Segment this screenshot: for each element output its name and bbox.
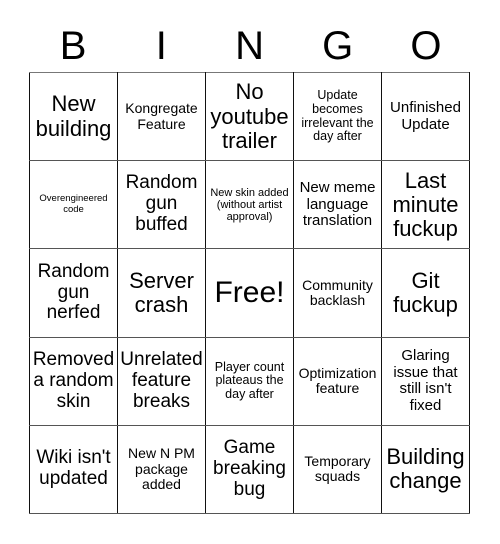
bingo-cell[interactable]: New skin added (without artist approval) [205, 160, 294, 250]
grid-row: Overengineered code Random gun buffed Ne… [29, 160, 470, 250]
bingo-cell[interactable]: Player count plateaus the day after [205, 336, 294, 426]
bingo-cell[interactable]: New meme language translation [293, 160, 382, 250]
bingo-cell[interactable]: Wiki isn't updated [29, 424, 118, 515]
bingo-cell[interactable]: Temporary squads [293, 424, 382, 515]
bingo-cell[interactable]: Random gun buffed [117, 160, 206, 250]
bingo-cell[interactable]: Random gun nerfed [29, 248, 118, 338]
bingo-cell[interactable]: Optimization feature [293, 336, 382, 426]
bingo-cell[interactable]: Kongregate Feature [117, 71, 206, 162]
grid-row: Wiki isn't updated New N PM package adde… [29, 424, 470, 515]
grid-row: Removed a random skin Unrelated feature … [29, 336, 470, 426]
bingo-cell[interactable]: Game breaking bug [205, 424, 294, 515]
bingo-cell[interactable]: Unrelated feature breaks [117, 336, 206, 426]
header-letter-g: G [322, 24, 354, 68]
bingo-cell[interactable]: Server crash [117, 248, 206, 338]
bingo-grid: New building Kongregate Feature No youtu… [29, 71, 470, 515]
header-letter-n: N [235, 24, 264, 68]
header-letter-b: B [59, 24, 87, 68]
bingo-cell[interactable]: Unfinished Update [381, 71, 470, 162]
header-letter-i: I [155, 24, 167, 68]
bingo-cell[interactable]: New building [29, 71, 118, 162]
bingo-cell[interactable]: Update becomes irrelevant the day after [293, 71, 382, 162]
bingo-header: B I N G O [29, 20, 470, 72]
bingo-cell[interactable]: Overengineered code [29, 160, 118, 250]
bingo-cell[interactable]: Removed a random skin [29, 336, 118, 426]
bingo-cell[interactable]: New N PM package added [117, 424, 206, 515]
bingo-cell[interactable]: Building change [381, 424, 470, 515]
grid-row: New building Kongregate Feature No youtu… [29, 71, 470, 162]
header-letter-o: O [410, 24, 442, 68]
bingo-cell[interactable]: No youtube trailer [205, 71, 294, 162]
bingo-cell[interactable]: Glaring issue that still isn't fixed [381, 336, 470, 426]
free-space-cell[interactable]: Free! [205, 248, 294, 338]
bingo-cell[interactable]: Community backlash [293, 248, 382, 338]
bingo-cell[interactable]: Last minute fuckup [381, 160, 470, 250]
grid-row: Random gun nerfed Server crash Free! Com… [29, 248, 470, 338]
bingo-cell[interactable]: Git fuckup [381, 248, 470, 338]
